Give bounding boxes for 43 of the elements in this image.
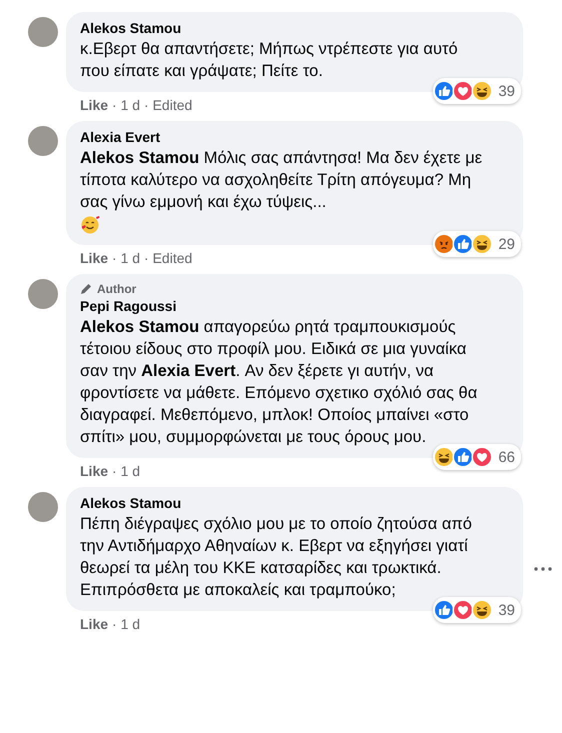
commenter-name[interactable]: Pepi Ragoussi: [80, 298, 483, 314]
thumbs-up-icon: [433, 80, 456, 102]
reaction-count: 39: [498, 82, 515, 100]
comment-meta: · Edited: [144, 97, 192, 113]
reactions-badge[interactable]: 66: [433, 444, 521, 470]
angry-face-icon: [433, 233, 456, 255]
reaction-count: 39: [498, 602, 515, 618]
author-label: Author: [97, 282, 136, 296]
comment-meta: · 1 d: [112, 97, 140, 113]
reaction-count: 29: [498, 236, 515, 252]
thumbs-up-icon: [452, 446, 474, 468]
like-link[interactable]: Like: [80, 97, 108, 113]
avatar[interactable]: [28, 126, 58, 156]
like-link[interactable]: Like: [80, 250, 108, 266]
laughing-face-icon: [433, 446, 456, 468]
smiling-face-with-hearts-icon: [80, 215, 100, 235]
comment-text: Alekos Stamou Μόλις σας απάντησα! Μα δεν έχετε με τίποτα καλύτερο να ασχοληθείτε Τρίτη απόγευμα? Μη σας γίνω εμμονή και έχω τύψεις...: [80, 148, 483, 213]
pencil-icon: [80, 283, 92, 295]
reactions-badge[interactable]: 39: [433, 78, 521, 104]
comment-meta: · 1 d: [112, 250, 140, 266]
thumbs-up-icon: [452, 233, 474, 255]
more-options-icon[interactable]: [534, 567, 552, 571]
avatar[interactable]: [28, 492, 58, 522]
comment-meta: · 1 d: [112, 463, 140, 479]
commenter-name[interactable]: Alekos Stamou: [80, 495, 483, 511]
comment-meta: · Edited: [144, 250, 192, 266]
laughing-face-icon: [471, 599, 494, 621]
laughing-face-icon: [471, 80, 494, 102]
laughing-face-icon: [471, 233, 494, 255]
avatar[interactable]: [28, 17, 58, 47]
heart-icon: [452, 80, 474, 102]
reactions-badge[interactable]: 29: [433, 231, 521, 257]
commenter-name[interactable]: Alexia Evert: [80, 129, 483, 145]
comment-meta: · 1 d: [112, 616, 140, 632]
heart-icon: [452, 599, 474, 621]
avatar[interactable]: [28, 279, 58, 309]
commenter-name[interactable]: Alekos Stamou: [80, 20, 483, 36]
reaction-count: 66: [498, 448, 515, 466]
heart-icon: [471, 446, 494, 468]
like-link[interactable]: Like: [80, 616, 108, 632]
reactions-badge[interactable]: 39: [433, 597, 521, 623]
thumbs-up-icon: [433, 599, 456, 621]
like-link[interactable]: Like: [80, 463, 108, 479]
